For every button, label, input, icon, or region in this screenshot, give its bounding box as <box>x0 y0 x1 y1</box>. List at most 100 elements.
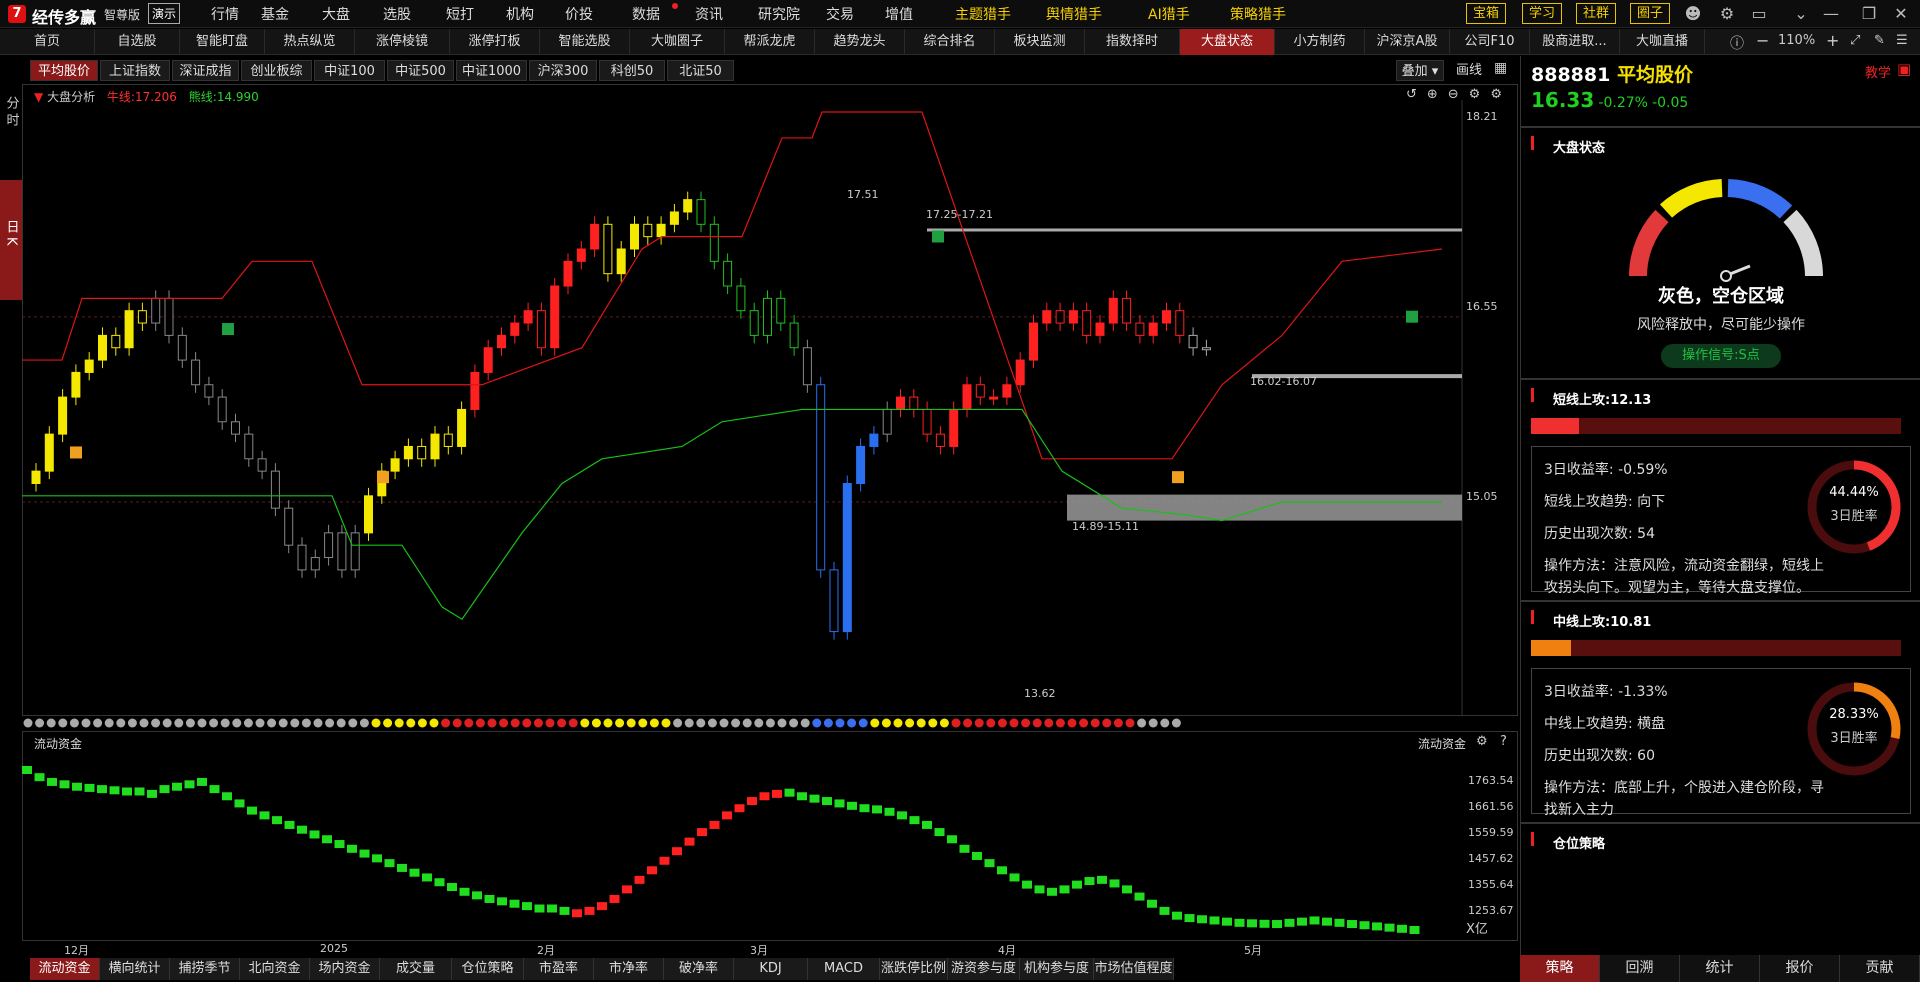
indicator-tab[interactable]: 场内资金 <box>310 958 380 980</box>
nav-tab[interactable]: 股商进取... <box>1530 29 1620 55</box>
pen-icon[interactable]: ✎ <box>1874 33 1885 48</box>
right-tab[interactable]: 策略 <box>1520 955 1600 982</box>
nav-tab[interactable]: 趋势龙头 <box>815 29 905 55</box>
nav-tab[interactable]: 涨停棱镜 <box>355 29 450 55</box>
user-icon[interactable]: ☻ <box>1682 3 1704 25</box>
index-tab[interactable]: 平均股价 <box>30 60 98 81</box>
indicator-tab[interactable]: KDJ <box>734 958 808 980</box>
info-icon[interactable]: ⓘ <box>1730 33 1744 53</box>
indicator-tab[interactable]: MACD <box>808 958 880 980</box>
window-icon[interactable]: ▭ <box>1748 3 1770 25</box>
liquidity-chart <box>22 766 1420 934</box>
nav-tab[interactable]: 大咖圈子 <box>630 29 725 55</box>
nav-tab[interactable]: 智能选股 <box>540 29 630 55</box>
top-menu-item[interactable]: 短打 <box>446 4 474 24</box>
index-tab[interactable]: 创业板综 <box>241 60 312 81</box>
side-tab-daily-k[interactable]: 日K <box>0 180 22 300</box>
gear-icon[interactable]: ⚙ <box>1476 734 1488 749</box>
indicator-tab[interactable]: 游资参与度 <box>948 958 1020 980</box>
indicator-tab[interactable]: 横向统计 <box>100 958 170 980</box>
nav-tab[interactable]: 指数择时 <box>1085 29 1180 55</box>
index-tab[interactable]: 深证成指 <box>172 60 239 81</box>
index-tab[interactable]: 中证100 <box>314 60 385 81</box>
expand-icon[interactable]: ⤢ <box>1850 33 1860 48</box>
close-icon[interactable]: ✕ <box>1890 3 1912 25</box>
index-tab[interactable]: 北证50 <box>667 60 734 81</box>
indicator-tab[interactable]: 市盈率 <box>524 958 594 980</box>
zoom-in-icon[interactable]: + <box>1826 31 1839 50</box>
indicator-tab[interactable]: 破净率 <box>664 958 734 980</box>
top-button[interactable]: 学习 <box>1522 3 1563 24</box>
nav-tab[interactable]: 帮派龙虎 <box>725 29 815 55</box>
demo-badge[interactable]: 演示 <box>148 3 181 24</box>
candlestick-chart[interactable] <box>22 100 1518 716</box>
top-menu-item[interactable]: 价投 <box>565 4 593 24</box>
indicator-tab[interactable]: 市场估值程度 <box>1094 958 1174 980</box>
top-menu-item[interactable]: 机构 <box>506 4 534 24</box>
index-tab[interactable]: 中证1000 <box>456 60 527 81</box>
index-tab[interactable]: 科创50 <box>599 60 665 81</box>
state-gauge <box>1629 179 1823 282</box>
restore-icon[interactable]: ❐ <box>1858 3 1880 25</box>
index-tab[interactable]: 中证500 <box>387 60 454 81</box>
indicator-tab[interactable]: 涨跌停比例 <box>880 958 948 980</box>
index-tab[interactable]: 沪深300 <box>529 60 597 81</box>
draw-line-button[interactable]: 画线 <box>1452 60 1486 81</box>
indicator-tab[interactable]: 捕捞季节 <box>170 958 240 980</box>
top-menu-item[interactable]: 增值 <box>885 4 913 24</box>
nav-tab[interactable]: 大盘状态 <box>1180 29 1275 55</box>
top-menu-item[interactable]: 选股 <box>383 4 411 24</box>
indicator-tab[interactable]: 市净率 <box>594 958 664 980</box>
nav-tab[interactable]: 板块监测 <box>995 29 1085 55</box>
position-title: 仓位策略 <box>1553 837 1606 852</box>
right-tab[interactable]: 报价 <box>1760 955 1840 982</box>
top-menu-item[interactable]: 行情 <box>211 4 239 24</box>
nav-tab[interactable]: 综合排名 <box>905 29 995 55</box>
help-icon[interactable]: ? <box>1500 734 1507 749</box>
nav-tab[interactable]: 首页 <box>0 29 95 55</box>
top-menu-item[interactable]: 舆情猎手 <box>1046 4 1102 24</box>
top-menu-item[interactable]: 研究院 <box>758 4 800 24</box>
state-title: 大盘状态 <box>1553 141 1606 156</box>
indicator-tab[interactable]: 成交量 <box>380 958 452 980</box>
zoom-out-icon[interactable]: − <box>1756 31 1769 50</box>
top-button[interactable]: 圈子 <box>1630 3 1671 24</box>
minimize-icon[interactable]: — <box>1820 3 1842 25</box>
top-menu-item[interactable]: 主题猎手 <box>955 4 1011 24</box>
nav-tab[interactable]: 热点纵览 <box>265 29 355 55</box>
top-menu-item[interactable]: 大盘 <box>322 4 350 24</box>
menu-icon[interactable]: ☰ <box>1896 33 1908 48</box>
top-menu-item[interactable]: 策略猎手 <box>1230 4 1286 24</box>
grid-icon[interactable]: ▦ <box>1494 60 1507 76</box>
top-menu-item[interactable]: 资讯 <box>695 4 723 24</box>
stock-code-name: 888881 平均股价 <box>1531 64 1693 86</box>
nav-tab[interactable]: 智能盯盘 <box>180 29 265 55</box>
top-menu-item[interactable]: 基金 <box>261 4 289 24</box>
gear-icon[interactable]: ⚙ <box>1716 3 1738 25</box>
right-tab[interactable]: 回溯 <box>1600 955 1680 982</box>
top-menu-item[interactable]: AI猎手 <box>1148 4 1190 24</box>
nav-tab[interactable]: 大咖直播 <box>1620 29 1705 55</box>
indicator-tab[interactable]: 仓位策略 <box>452 958 524 980</box>
top-menu-item[interactable]: 交易 <box>826 4 854 24</box>
indicator-tab[interactable]: 北向资金 <box>240 958 310 980</box>
side-tab-intraday[interactable]: 分时 <box>0 82 22 182</box>
top-button[interactable]: 宝箱 <box>1466 3 1507 24</box>
top-menu-item[interactable]: 数据 <box>632 4 660 24</box>
chevron-down-icon[interactable]: ⌄ <box>1790 3 1812 25</box>
nav-tab[interactable]: 涨停打板 <box>450 29 540 55</box>
nav-tab[interactable]: 公司F10 <box>1450 29 1530 55</box>
indicator-tab[interactable]: 机构参与度 <box>1020 958 1094 980</box>
nav-tab[interactable]: 自选股 <box>95 29 180 55</box>
indicator-tab[interactable]: 流动资金 <box>30 958 100 980</box>
right-tab[interactable]: 统计 <box>1680 955 1760 982</box>
teach-link[interactable]: 教学 <box>1865 62 1891 81</box>
nav-tab[interactable]: 沪深京A股 <box>1365 29 1450 55</box>
overlay-button[interactable]: 叠加 ▾ <box>1396 60 1444 81</box>
close-icon[interactable]: ▣ <box>1897 60 1911 78</box>
price-axis-label: 16.55 <box>1466 300 1498 313</box>
nav-tab[interactable]: 小方制药 <box>1275 29 1365 55</box>
top-button[interactable]: 社群 <box>1576 3 1617 24</box>
right-tab[interactable]: 贡献 <box>1840 955 1920 982</box>
index-tab[interactable]: 上证指数 <box>100 60 170 81</box>
